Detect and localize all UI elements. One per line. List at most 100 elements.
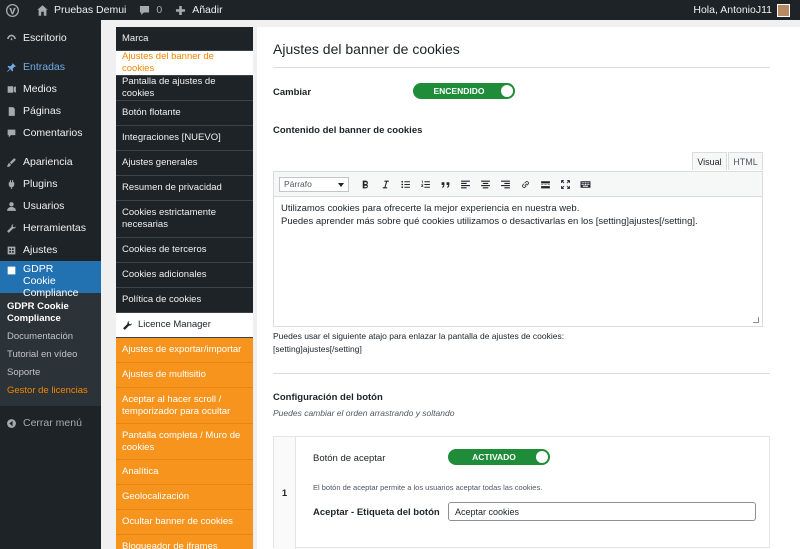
wordpress-icon — [6, 3, 19, 17]
banner-content-editor: Párrafo Utilizamos cookies para ofrecert… — [273, 171, 763, 327]
site-name-link[interactable]: Pruebas Demui — [30, 0, 132, 20]
menu-item-gdpr-cookie-compliance[interactable]: GDPR Cookie Compliance — [0, 261, 101, 299]
align-left-button[interactable] — [455, 175, 475, 193]
menu-item-escritorio[interactable]: Escritorio — [0, 27, 101, 49]
menu-item-apariencia[interactable]: Apariencia — [0, 151, 101, 173]
nav-item-third-party[interactable]: Cookies de terceros — [116, 238, 253, 263]
tab-html[interactable]: HTML — [728, 152, 763, 170]
drag-order-number[interactable]: 1 — [274, 437, 296, 549]
comments-count: 0 — [156, 4, 163, 16]
menu-label: Ajustes — [23, 244, 58, 256]
nav-item-iframe-blocker[interactable]: Bloqueador de iframes — [116, 535, 253, 549]
nav-item-cookie-policy[interactable]: Política de cookies — [116, 288, 253, 313]
resize-handle[interactable] — [753, 317, 759, 323]
nav-item-integrations[interactable]: Integraciones [NUEVO] — [116, 126, 253, 151]
submenu-item-soporte[interactable]: Soporte — [0, 364, 101, 382]
page-title: Ajustes del banner de cookies — [273, 41, 460, 57]
blockquote-button[interactable] — [435, 175, 455, 193]
align-center-icon — [480, 180, 490, 188]
nav-item-export-import[interactable]: Ajustes de exportar/importar — [116, 338, 253, 363]
nav-label: Integraciones [NUEVO] — [122, 132, 221, 143]
menu-item-ajustes[interactable]: Ajustes — [0, 239, 101, 261]
menu-label: Medios — [23, 83, 57, 95]
menu-item-entradas[interactable]: Entradas — [0, 56, 101, 78]
nav-item-analytics[interactable]: Analítica — [116, 460, 253, 485]
read-more-icon — [540, 180, 550, 188]
nav-item-marca[interactable]: Marca — [116, 27, 253, 51]
gdpr-submenu: GDPR Cookie Compliance Documentación Tut… — [0, 293, 101, 406]
editor-toolbar: Párrafo — [274, 172, 762, 197]
fullscreen-icon — [560, 179, 570, 189]
nav-item-banner-settings[interactable]: Ajustes del banner de cookies — [116, 51, 253, 76]
nav-item-multisite[interactable]: Ajustes de multisitio — [116, 363, 253, 388]
users-icon — [7, 201, 16, 211]
numbered-list-button[interactable] — [415, 175, 435, 193]
accept-button-toggle[interactable]: ACTIVADO — [448, 449, 550, 465]
comments-link[interactable]: 0 — [132, 0, 168, 20]
link-button[interactable] — [515, 175, 535, 193]
nav-item-privacy-summary[interactable]: Resumen de privacidad — [116, 176, 253, 201]
bold-icon — [362, 180, 368, 188]
align-right-button[interactable] — [495, 175, 515, 193]
editor-content[interactable]: Utilizamos cookies para ofrecerte la mej… — [274, 197, 762, 234]
collapse-menu-button[interactable]: Cerrar menú — [0, 412, 101, 434]
plus-icon — [176, 5, 186, 15]
my-account-link[interactable]: Hola, AntonioJ11 — [687, 0, 800, 20]
menu-label: Cerrar menú — [23, 417, 82, 429]
nav-label: Aceptar al hacer scroll / temporizador p… — [122, 393, 231, 417]
bold-button[interactable] — [355, 175, 375, 193]
shortcut-hint: Puedes usar el siguiente atajo para enla… — [273, 331, 565, 341]
nav-item-additional[interactable]: Cookies adicionales — [116, 263, 253, 288]
align-center-button[interactable] — [475, 175, 495, 193]
nav-item-settings-screen[interactable]: Pantalla de ajustes de cookies — [116, 76, 253, 101]
align-right-icon — [500, 180, 510, 188]
bullet-list-button[interactable] — [395, 175, 415, 193]
media-icon — [7, 85, 16, 93]
submenu-item-tutorial[interactable]: Tutorial en vídeo — [0, 346, 101, 364]
nav-item-geolocation[interactable]: Geolocalización — [116, 485, 253, 510]
wordpress-logo-button[interactable] — [0, 0, 30, 20]
nav-item-necessary-cookies[interactable]: Cookies estrictamente necesarias — [116, 201, 253, 238]
admin-bar: Pruebas Demui 0 Añadir Hola, AntonioJ11 — [0, 0, 800, 20]
nav-label: Botón flotante — [122, 107, 181, 118]
nav-item-hide-banner[interactable]: Ocultar banner de cookies — [116, 510, 253, 535]
banner-enabled-toggle[interactable]: ENCENDIDO — [413, 83, 515, 99]
keyboard-icon — [580, 180, 590, 188]
nav-label: Geolocalización — [122, 491, 190, 502]
nav-item-scroll-timer[interactable]: Aceptar al hacer scroll / temporizador p… — [116, 388, 253, 424]
nav-item-licence-manager[interactable]: Licence Manager — [116, 313, 253, 338]
submenu-head[interactable]: GDPR Cookie Compliance — [0, 296, 101, 328]
nav-item-general[interactable]: Ajustes generales — [116, 151, 253, 176]
menu-item-usuarios[interactable]: Usuarios — [0, 195, 101, 217]
read-more-button[interactable] — [535, 175, 555, 193]
submenu-item-gestor-licencias[interactable]: Gestor de licencias — [0, 382, 101, 400]
menu-item-comentarios[interactable]: Comentarios — [0, 122, 101, 144]
format-select[interactable]: Párrafo — [279, 176, 349, 192]
tab-visual[interactable]: Visual — [692, 152, 727, 170]
bullet-list-icon — [400, 180, 410, 188]
comment-bubble-icon — [140, 5, 150, 15]
nav-item-fullscreen[interactable]: Pantalla completa / Muro de cookies — [116, 424, 253, 460]
nav-label: Cookies de terceros — [122, 244, 207, 255]
menu-item-plugins[interactable]: Plugins — [0, 173, 101, 195]
accept-text-input[interactable]: Aceptar cookies — [448, 502, 756, 521]
nav-label: Resumen de privacidad — [122, 182, 222, 193]
home-icon — [37, 4, 48, 16]
toolbar-toggle-button[interactable] — [575, 175, 595, 193]
nav-label: Cookies adicionales — [122, 269, 207, 280]
align-left-icon — [460, 180, 470, 188]
tools-icon — [7, 223, 16, 233]
submenu-item-documentacion[interactable]: Documentación — [0, 328, 101, 346]
new-content-link[interactable]: Añadir — [168, 0, 228, 20]
fullscreen-button[interactable] — [555, 175, 575, 193]
divider — [273, 373, 770, 374]
italic-button[interactable] — [375, 175, 395, 193]
menu-item-medios[interactable]: Medios — [0, 78, 101, 100]
accept-button-config[interactable]: 1 Botón de aceptar ACTIVADO El botón de … — [273, 436, 770, 549]
nav-item-floating-button[interactable]: Botón flotante — [116, 101, 253, 126]
menu-label: Apariencia — [23, 156, 73, 168]
toggle-label: ENCENDIDO — [433, 86, 485, 96]
menu-item-paginas[interactable]: Páginas — [0, 100, 101, 122]
menu-item-herramientas[interactable]: Herramientas — [0, 217, 101, 239]
quote-icon — [441, 181, 449, 188]
